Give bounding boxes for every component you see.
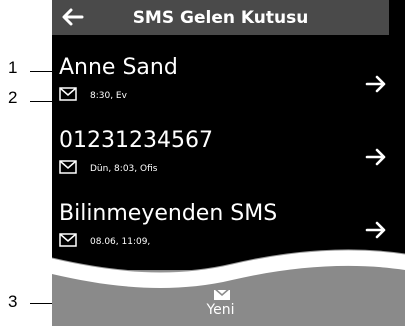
- wave-divider: [52, 249, 405, 290]
- sender-name: 01231234567: [59, 128, 213, 153]
- phone-screen: SMS Gelen Kutusu Anne Sand 8:30, Ev 0123…: [52, 0, 405, 326]
- message-meta: 8:30, Ev: [90, 91, 127, 101]
- arrow-right-icon[interactable]: [365, 219, 387, 241]
- envelope-icon: [59, 160, 77, 174]
- message-list: Anne Sand 8:30, Ev 01231234567 Dün, 8:03…: [52, 35, 405, 254]
- sender-name: Anne Sand: [59, 55, 178, 80]
- callout-1: 1: [8, 58, 18, 77]
- header-bar: SMS Gelen Kutusu: [52, 0, 389, 35]
- arrow-right-icon[interactable]: [365, 73, 387, 95]
- new-button-label[interactable]: Yeni: [52, 302, 389, 318]
- callout-2: 2: [8, 88, 18, 107]
- arrow-right-icon[interactable]: [365, 146, 387, 168]
- page-title: SMS Gelen Kutusu: [132, 8, 309, 28]
- sender-name: Bilinmeyenden SMS: [59, 201, 278, 226]
- message-meta: Dün, 8:03, Ofis: [90, 164, 158, 174]
- list-item[interactable]: 01231234567 Dün, 8:03, Ofis: [52, 108, 405, 181]
- callout-3: 3: [8, 292, 18, 311]
- envelope-icon: [59, 87, 77, 101]
- list-item[interactable]: Anne Sand 8:30, Ev: [52, 35, 405, 108]
